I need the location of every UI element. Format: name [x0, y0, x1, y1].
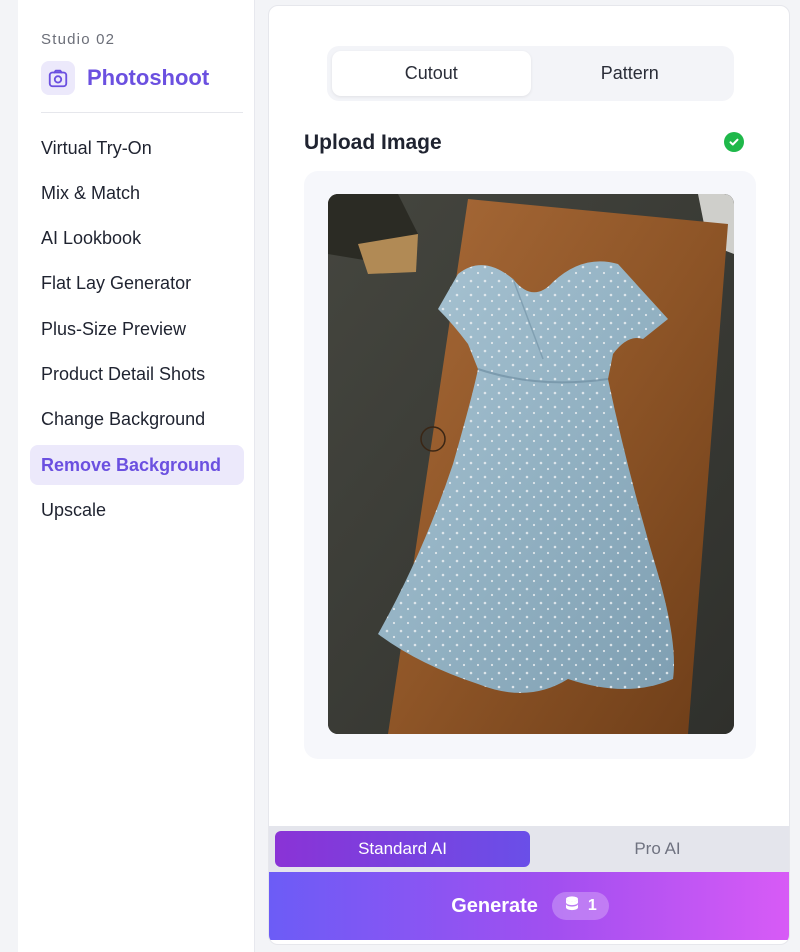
- tab-switcher: Cutout Pattern: [327, 46, 734, 101]
- brand-title: Photoshoot: [87, 65, 210, 90]
- sidebar-item-label: Upscale: [41, 499, 107, 520]
- credit-count: 1: [587, 897, 597, 914]
- main-panel: Cutout Pattern Upload Image Standard AI …: [268, 5, 790, 945]
- sidebar-item-upscale[interactable]: Upscale: [30, 490, 244, 530]
- sidebar-item-label: Product Detail Shots: [41, 363, 206, 384]
- sidebar-item-label: Flat Lay Generator: [41, 273, 192, 294]
- upload-dropzone[interactable]: [304, 171, 756, 759]
- sidebar-item-flat-lay-generator[interactable]: Flat Lay Generator: [30, 264, 244, 304]
- upload-title: Upload Image: [304, 131, 442, 154]
- camera-icon: [41, 61, 75, 95]
- coins-stack-icon: [564, 895, 580, 918]
- sidebar-item-plus-size-preview[interactable]: Plus-Size Preview: [30, 309, 244, 349]
- sidebar-item-label: Virtual Try-On: [41, 137, 152, 158]
- sidebar-item-product-detail-shots[interactable]: Product Detail Shots: [30, 354, 244, 394]
- credit-badge: 1: [551, 892, 609, 920]
- sidebar-item-ai-lookbook[interactable]: AI Lookbook: [30, 219, 244, 259]
- sidebar-item-remove-background[interactable]: Remove Background: [30, 445, 244, 486]
- generate-label: Generate: [451, 894, 538, 917]
- check-circle-icon: [724, 132, 744, 152]
- sidebar-item-label: AI Lookbook: [41, 228, 142, 249]
- ai-mode-switcher: Standard AI Pro AI: [269, 826, 789, 872]
- sidebar-item-label: Change Background: [41, 409, 206, 430]
- uploaded-image[interactable]: [328, 194, 734, 734]
- sidebar-item-label: Plus-Size Preview: [41, 318, 187, 339]
- dress-photo-illustration: [328, 194, 734, 734]
- sidebar-item-label: Remove Background: [41, 454, 222, 475]
- brand[interactable]: Photoshoot: [41, 61, 209, 95]
- standard-ai-button[interactable]: Standard AI: [275, 831, 530, 867]
- sidebar-nav: Virtual Try-On Mix & Match AI Lookbook F…: [30, 128, 244, 536]
- sidebar-divider: [41, 112, 243, 113]
- studio-label: Studio 02: [41, 31, 116, 48]
- generate-button[interactable]: Generate 1: [269, 872, 789, 940]
- tab-pattern[interactable]: Pattern: [531, 51, 730, 96]
- tab-cutout[interactable]: Cutout: [332, 51, 531, 96]
- sidebar: Studio 02 Photoshoot Virtual Try-On Mix …: [18, 0, 255, 952]
- sidebar-item-label: Mix & Match: [41, 182, 141, 203]
- sidebar-item-virtual-try-on[interactable]: Virtual Try-On: [30, 128, 244, 168]
- sidebar-item-mix-and-match[interactable]: Mix & Match: [30, 173, 244, 213]
- sidebar-item-change-background[interactable]: Change Background: [30, 400, 244, 440]
- pro-ai-button[interactable]: Pro AI: [530, 831, 785, 867]
